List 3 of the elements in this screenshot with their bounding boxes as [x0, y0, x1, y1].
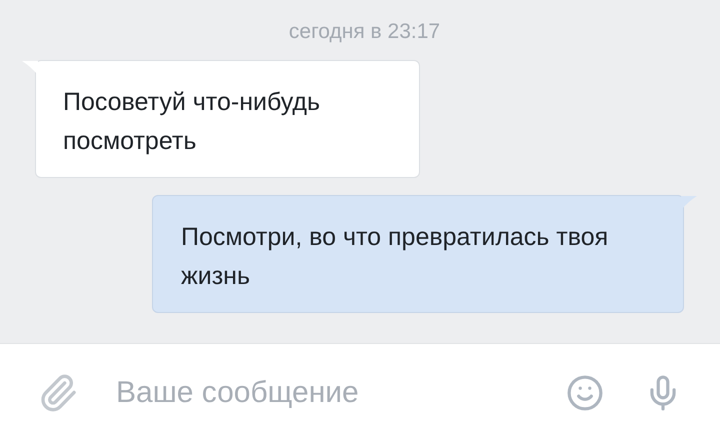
- bubble-tail: [22, 60, 38, 76]
- smiley-icon[interactable]: [566, 374, 604, 412]
- message-timestamp: сегодня в 23:17: [288, 20, 440, 44]
